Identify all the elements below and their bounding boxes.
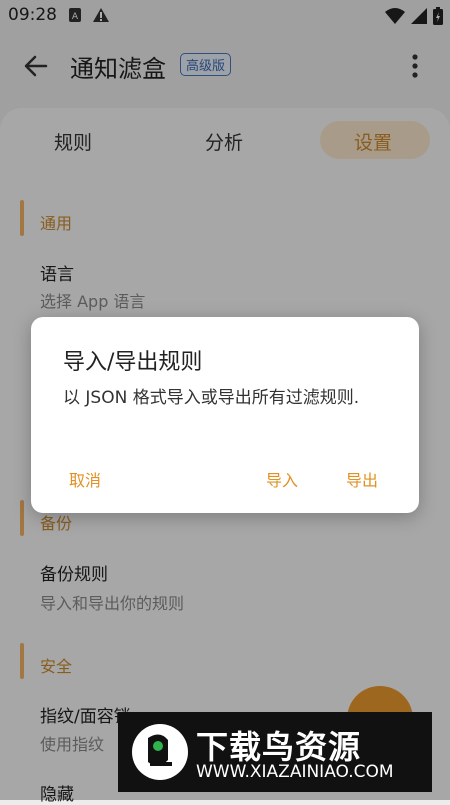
watermark-bird-logo-icon [132, 724, 188, 780]
cancel-button[interactable]: 取消 [69, 467, 101, 491]
dialog-title: 导入/导出规则 [63, 350, 203, 375]
watermark-url: WWW.XIAZAINIAO.COM [196, 762, 394, 782]
dialog-message: 以 JSON 格式导入或导出所有过滤规则. [63, 388, 360, 408]
import-button[interactable]: 导入 [266, 467, 298, 491]
export-button[interactable]: 导出 [346, 467, 378, 491]
